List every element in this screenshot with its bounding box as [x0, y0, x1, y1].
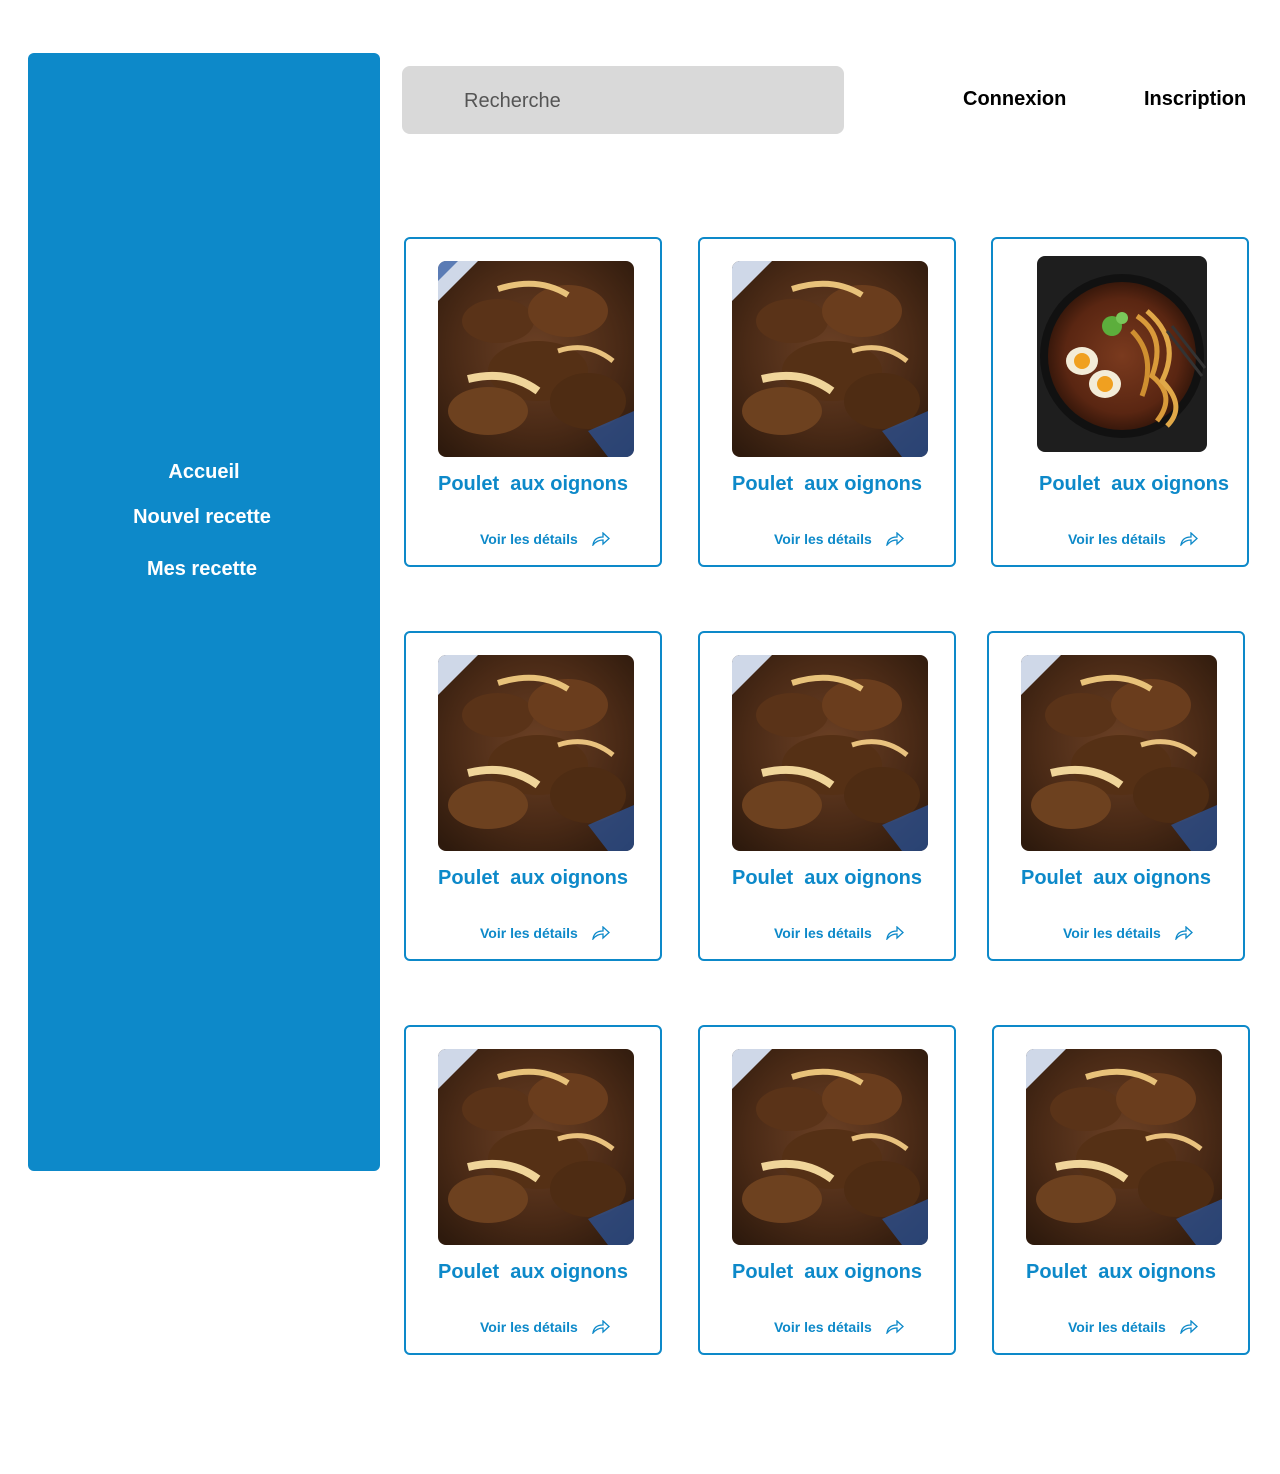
details-link[interactable]: Voir les détails	[1068, 1319, 1198, 1335]
recipe-card: Poulet aux oignons Voir les détails	[991, 237, 1249, 567]
dish-image	[732, 655, 928, 851]
dish-image	[732, 261, 928, 457]
details-label: Voir les détails	[1068, 531, 1166, 547]
share-arrow-icon	[886, 1320, 904, 1334]
details-link[interactable]: Voir les détails	[480, 1319, 610, 1335]
share-arrow-icon	[1180, 532, 1198, 546]
recipe-title: Poulet aux oignons	[437, 867, 628, 889]
sidebar-item-nouvel-recette[interactable]: Nouvel recette	[26, 506, 378, 529]
share-arrow-icon	[592, 1320, 610, 1334]
dish-image	[732, 1049, 928, 1245]
dish-image	[1037, 256, 1207, 452]
details-label: Voir les détails	[1063, 925, 1161, 941]
recipe-title: Poulet aux oignons	[1025, 1261, 1216, 1283]
details-link[interactable]: Voir les détails	[1068, 531, 1198, 547]
recipe-title: Poulet aux oignons	[437, 473, 628, 495]
share-arrow-icon	[592, 532, 610, 546]
details-label: Voir les détails	[774, 531, 872, 547]
signup-link[interactable]: Inscription	[1144, 88, 1246, 111]
dish-image	[438, 655, 634, 851]
recipe-title: Poulet aux oignons	[437, 1261, 628, 1283]
details-link[interactable]: Voir les détails	[774, 1319, 904, 1335]
dish-image	[438, 1049, 634, 1245]
recipe-card: Poulet aux oignons Voir les détails	[698, 237, 956, 567]
details-label: Voir les détails	[480, 531, 578, 547]
details-link[interactable]: Voir les détails	[774, 925, 904, 941]
share-arrow-icon	[886, 532, 904, 546]
sidebar-item-accueil[interactable]: Accueil	[28, 461, 380, 484]
recipe-card: Poulet aux oignons Voir les détails	[404, 237, 662, 567]
login-link[interactable]: Connexion	[963, 88, 1066, 111]
dish-image	[1026, 1049, 1222, 1245]
details-label: Voir les détails	[1068, 1319, 1166, 1335]
recipe-title: Poulet aux oignons	[731, 473, 922, 495]
dish-image	[438, 261, 634, 457]
details-label: Voir les détails	[774, 925, 872, 941]
recipe-title: Poulet aux oignons	[1020, 867, 1211, 889]
details-link[interactable]: Voir les détails	[774, 531, 904, 547]
details-label: Voir les détails	[480, 1319, 578, 1335]
recipe-card: Poulet aux oignons Voir les détails	[698, 631, 956, 961]
sidebar: Accueil Nouvel recette Mes recette	[28, 53, 380, 1171]
details-label: Voir les détails	[480, 925, 578, 941]
sidebar-item-mes-recette[interactable]: Mes recette	[26, 558, 378, 581]
recipe-card: Poulet aux oignons Voir les détails	[992, 1025, 1250, 1355]
share-arrow-icon	[592, 926, 610, 940]
recipe-title: Poulet aux oignons	[1038, 473, 1229, 495]
share-arrow-icon	[1175, 926, 1193, 940]
recipe-card: Poulet aux oignons Voir les détails	[404, 1025, 662, 1355]
dish-image	[1021, 655, 1217, 851]
search-input[interactable]	[462, 66, 826, 136]
share-arrow-icon	[886, 926, 904, 940]
recipe-card: Poulet aux oignons Voir les détails	[404, 631, 662, 961]
recipe-card: Poulet aux oignons Voir les détails	[698, 1025, 956, 1355]
details-label: Voir les détails	[774, 1319, 872, 1335]
share-arrow-icon	[1180, 1320, 1198, 1334]
recipe-card: Poulet aux oignons Voir les détails	[987, 631, 1245, 961]
details-link[interactable]: Voir les détails	[480, 531, 610, 547]
recipe-title: Poulet aux oignons	[731, 1261, 922, 1283]
details-link[interactable]: Voir les détails	[480, 925, 610, 941]
recipe-title: Poulet aux oignons	[731, 867, 922, 889]
details-link[interactable]: Voir les détails	[1063, 925, 1193, 941]
search-bar	[402, 66, 844, 136]
